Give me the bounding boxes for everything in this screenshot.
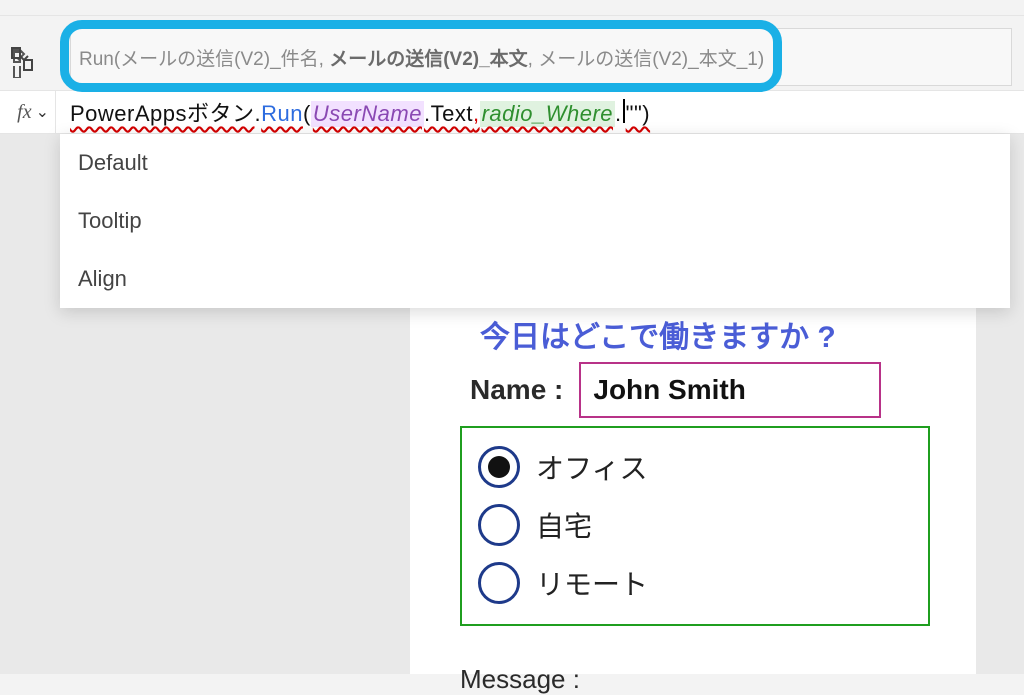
message-label: Message : — [460, 664, 580, 695]
formula-token-tail: "") — [626, 101, 650, 127]
formula-token-flow: PowerAppsボタン — [70, 96, 255, 128]
radio-dot-icon — [488, 456, 510, 478]
radio-label: リモート — [536, 563, 648, 603]
radio-option[interactable]: 自宅 — [478, 504, 912, 546]
radio-circle-icon — [478, 504, 520, 546]
text-cursor — [623, 99, 625, 123]
autocomplete-panel[interactable]: DefaultTooltipAlign — [60, 134, 1010, 308]
fx-icon: fx — [17, 101, 31, 124]
radio-label: オフィス — [536, 447, 647, 487]
ribbon-strip — [0, 0, 1024, 16]
name-row: Name : — [470, 362, 881, 418]
radio-circle-icon — [478, 562, 520, 604]
formula-bar[interactable]: fx ⌄ PowerAppsボタン.Run(UserName.Text,radi… — [0, 90, 1024, 134]
formula-token-radio: radio_Where — [480, 101, 615, 127]
indent-icon[interactable] — [4, 40, 48, 84]
autocomplete-item[interactable]: Default — [60, 134, 1010, 192]
radio-where-group[interactable]: オフィス自宅リモート — [460, 426, 930, 626]
autocomplete-item[interactable]: Align — [60, 250, 1010, 308]
radio-circle-icon — [478, 446, 520, 488]
formula-fx-label[interactable]: fx ⌄ — [0, 91, 56, 133]
formula-token-username: UserName — [311, 101, 424, 127]
formula-token-textprop: .Text — [424, 101, 473, 127]
intellisense-text: Run(メールの送信(V2)_件名, メールの送信(V2)_本文, メールの送信… — [79, 44, 764, 71]
chevron-down-icon[interactable]: ⌄ — [36, 102, 49, 122]
name-input[interactable] — [579, 362, 881, 418]
screen-heading: 今日はどこで働きますか ? — [480, 312, 836, 356]
name-label: Name : — [470, 374, 563, 406]
autocomplete-item[interactable]: Tooltip — [60, 192, 1010, 250]
formula-input[interactable]: PowerAppsボタン.Run(UserName.Text,radio_Whe… — [56, 96, 650, 128]
app-screen: 今日はどこで働きますか ? Name : オフィス自宅リモート Message … — [410, 304, 976, 674]
intellisense-signature: Run(メールの送信(V2)_件名, メールの送信(V2)_本文, メールの送信… — [70, 28, 1012, 86]
radio-option[interactable]: リモート — [478, 562, 912, 604]
radio-label: 自宅 — [536, 505, 592, 545]
radio-option[interactable]: オフィス — [478, 446, 912, 488]
formula-token-run: Run — [261, 101, 303, 127]
